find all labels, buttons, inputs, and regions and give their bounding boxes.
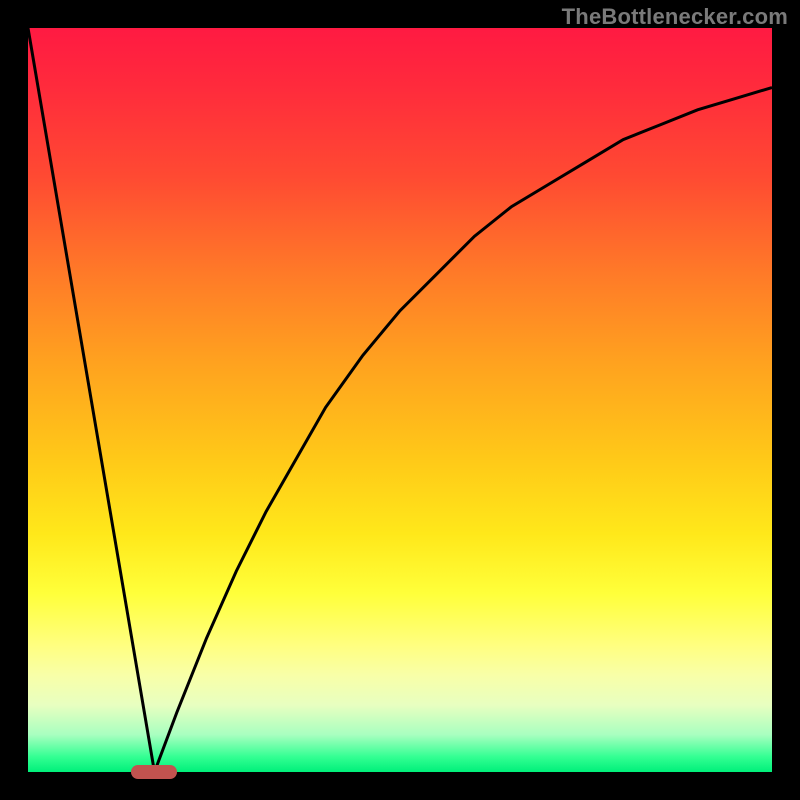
curves-svg xyxy=(28,28,772,772)
trough-marker xyxy=(131,765,177,779)
chart-frame: TheBottlenecker.com xyxy=(0,0,800,800)
right-curve-path xyxy=(154,88,772,772)
plot-area xyxy=(28,28,772,772)
watermark-text: TheBottlenecker.com xyxy=(562,4,788,30)
left-line-path xyxy=(28,28,154,772)
